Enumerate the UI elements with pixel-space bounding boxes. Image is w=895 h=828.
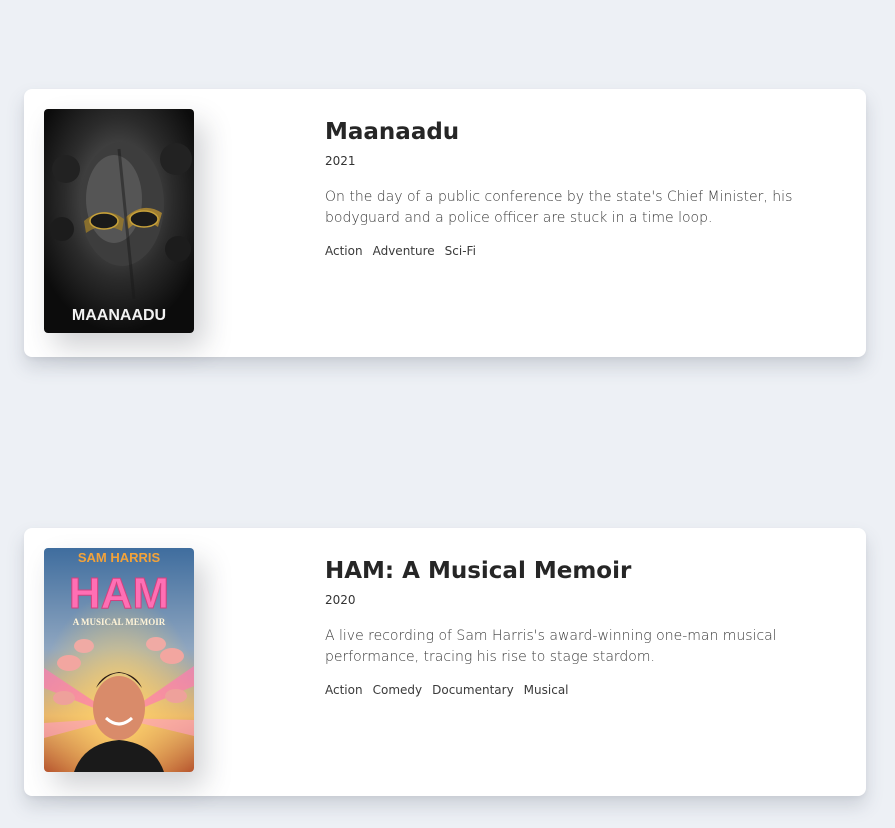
movie-description: A live recording of Sam Harris's award-w… [325, 628, 777, 665]
genre-list: Action Adventure Sci-Fi [325, 243, 855, 259]
movie-poster[interactable]: MAANAADU [44, 109, 194, 333]
genre-tag[interactable]: Comedy [373, 682, 423, 698]
movie-title[interactable]: Maanaadu [325, 117, 855, 147]
movie-year: 2021 [325, 154, 356, 168]
movie-card[interactable]: SAM HARRIS HAM A MUSICAL MEMOIR HAM: A M… [24, 528, 866, 796]
poster-subtitle-text: A MUSICAL MEMOIR [73, 617, 166, 627]
poster-title-text: HAM [69, 569, 169, 618]
genre-tag[interactable]: Action [325, 243, 363, 259]
movie-description: On the day of a public conference by the… [325, 189, 793, 226]
poster-artwork: MAANAADU [44, 109, 194, 333]
genre-tag[interactable]: Adventure [373, 243, 435, 259]
movie-info: HAM: A Musical Memoir 2020 A live record… [325, 556, 855, 698]
movie-title[interactable]: HAM: A Musical Memoir [325, 556, 855, 586]
poster-top-text: SAM HARRIS [78, 550, 161, 565]
genre-tag[interactable]: Documentary [432, 682, 514, 698]
genre-list: Action Comedy Documentary Musical [325, 682, 855, 698]
poster-logo-text: MAANAADU [72, 307, 166, 324]
poster-artwork: SAM HARRIS HAM A MUSICAL MEMOIR [44, 548, 194, 772]
movie-card[interactable]: MAANAADU Maanaadu 2021 On the day of a p… [24, 89, 866, 357]
genre-tag[interactable]: Sci-Fi [445, 243, 476, 259]
movie-info: Maanaadu 2021 On the day of a public con… [325, 117, 855, 259]
movie-poster[interactable]: SAM HARRIS HAM A MUSICAL MEMOIR [44, 548, 194, 772]
genre-tag[interactable]: Musical [524, 682, 569, 698]
movie-year: 2020 [325, 593, 356, 607]
genre-tag[interactable]: Action [325, 682, 363, 698]
